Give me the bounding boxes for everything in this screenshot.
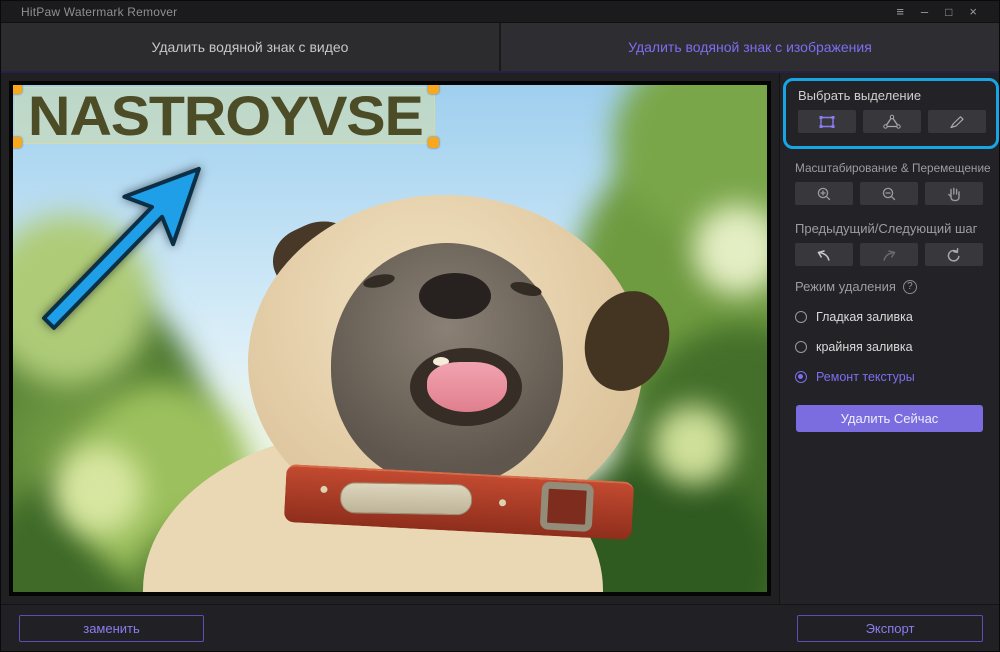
zoom-out-icon: [877, 186, 901, 202]
radio-edge-fill-label: крайняя заливка: [816, 340, 913, 354]
watermark-text: NASTROYVSE: [28, 85, 423, 148]
radio-edge-fill[interactable]: крайняя заливка: [795, 340, 917, 354]
help-icon[interactable]: ?: [903, 280, 917, 294]
replace-button[interactable]: заменить: [19, 615, 204, 642]
radio-circle-icon: [795, 311, 807, 323]
main-area: NASTROYVSE Выбрать выделение: [1, 73, 999, 606]
brush-select-button[interactable]: [928, 110, 986, 133]
brush-select-icon: [945, 114, 969, 130]
title-bar: HitPaw Watermark Remover ≡ – □ ×: [1, 1, 999, 23]
redo-button[interactable]: [860, 243, 918, 266]
radio-smooth-fill-label: Гладкая заливка: [816, 310, 913, 324]
pan-hand-button[interactable]: [925, 182, 983, 205]
tab-remove-image-watermark[interactable]: Удалить водяной знак с изображения: [501, 23, 999, 71]
rectangle-select-button[interactable]: [798, 110, 856, 133]
image-canvas: NASTROYVSE: [9, 81, 771, 596]
pan-hand-icon: [942, 186, 966, 202]
minimize-icon[interactable]: –: [921, 5, 928, 18]
selection-handle-top-right[interactable]: [428, 85, 439, 94]
undo-icon: [812, 247, 836, 263]
menu-icon[interactable]: ≡: [896, 5, 904, 18]
radio-smooth-fill[interactable]: Гладкая заливка: [795, 310, 917, 324]
zoom-out-button[interactable]: [860, 182, 918, 205]
redo-icon: [877, 247, 901, 263]
bokeh-highlight: [653, 405, 733, 485]
reset-icon: [942, 247, 966, 263]
selection-tools-section: Выбрать выделение: [783, 78, 999, 149]
collar-plate: [340, 482, 473, 515]
zoom-in-icon: [812, 186, 836, 202]
remove-now-button[interactable]: Удалить Сейчас: [796, 405, 983, 432]
selection-handle-top-left[interactable]: [13, 85, 22, 94]
watermark-selection-box[interactable]: NASTROYVSE: [15, 87, 435, 144]
dog-nose: [419, 273, 491, 319]
zoom-section-label: Масштабирование & Перемещение: [795, 161, 991, 175]
radio-texture-repair-label: Ремонт текстуры: [816, 370, 915, 384]
steps-section-label: Предыдущий/Следующий шаг: [795, 221, 983, 236]
zoom-pan-section: Масштабирование & Перемещение: [795, 161, 991, 205]
close-icon[interactable]: ×: [969, 5, 977, 18]
radio-texture-repair[interactable]: Ремонт текстуры: [795, 370, 917, 384]
export-button[interactable]: Экспорт: [797, 615, 983, 642]
steps-section: Предыдущий/Следующий шаг: [795, 221, 983, 266]
removal-mode-section: Режим удаления ? Гладкая заливка крайняя…: [795, 279, 917, 384]
selection-section-label: Выбрать выделение: [798, 88, 996, 103]
dog-photo: NASTROYVSE: [13, 85, 767, 592]
polygon-select-button[interactable]: [863, 110, 921, 133]
app-window: HitPaw Watermark Remover ≡ – □ × Удалить…: [0, 0, 1000, 652]
app-title: HitPaw Watermark Remover: [21, 5, 177, 19]
tab-bar: Удалить водяной знак с видео Удалить вод…: [1, 23, 999, 73]
collar-buckle: [540, 481, 594, 532]
mode-section-label: Режим удаления: [795, 279, 896, 294]
zoom-in-button[interactable]: [795, 182, 853, 205]
window-controls: ≡ – □ ×: [896, 5, 987, 18]
tools-panel: Выбрать выделение: [779, 73, 1000, 606]
tab-remove-video-watermark[interactable]: Удалить водяной знак с видео: [1, 23, 501, 71]
selection-handle-bottom-left[interactable]: [13, 137, 22, 148]
polygon-select-icon: [880, 114, 904, 130]
undo-button[interactable]: [795, 243, 853, 266]
selection-handle-bottom-right[interactable]: [428, 137, 439, 148]
rectangle-select-icon: [815, 114, 839, 130]
footer-bar: заменить Экспорт: [1, 604, 1000, 651]
bokeh-highlight: [53, 445, 143, 535]
reset-button[interactable]: [925, 243, 983, 266]
dog-tongue: [427, 362, 507, 412]
radio-circle-icon: [795, 341, 807, 353]
radio-circle-icon: [795, 371, 807, 383]
maximize-icon[interactable]: □: [945, 6, 952, 18]
